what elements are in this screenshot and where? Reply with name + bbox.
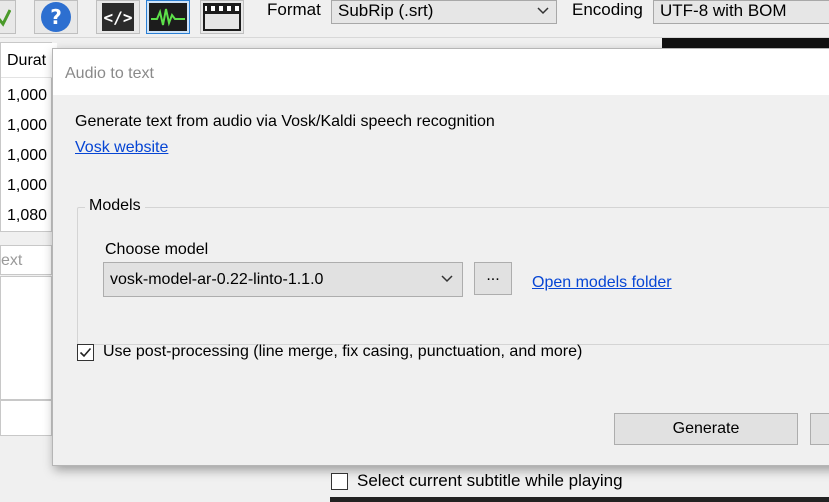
- original-text-box[interactable]: [0, 400, 52, 436]
- duration-column-header[interactable]: Durat: [1, 43, 57, 78]
- video-area-strip: [330, 497, 829, 502]
- chevron-down-icon: [441, 275, 453, 283]
- help-button[interactable]: ?: [34, 0, 78, 34]
- dialog-description: Generate text from audio via Vosk/Kaldi …: [75, 113, 495, 130]
- format-select[interactable]: SubRip (.srt): [331, 0, 557, 24]
- browse-model-button[interactable]: ...: [474, 262, 512, 295]
- subtitle-grid[interactable]: Durat 1,000 1,000 1,000 1,000 1,080: [0, 42, 57, 232]
- encoding-select[interactable]: UTF-8 with BOM: [653, 0, 829, 24]
- table-row[interactable]: 1,000: [7, 117, 47, 135]
- vosk-website-link[interactable]: Vosk website: [75, 139, 168, 157]
- audio-to-text-dialog: Audio to text Generate text from audio v…: [52, 48, 829, 466]
- dialog-title: Audio to text: [65, 65, 154, 82]
- clapperboard-icon: [203, 3, 241, 31]
- encoding-label: Encoding: [572, 0, 643, 19]
- check-icon: [0, 9, 11, 27]
- select-current-subtitle-checkbox[interactable]: [331, 472, 348, 490]
- main-toolbar: ? </> Format SubRip (.srt) Encoding UTF-…: [0, 0, 829, 38]
- chevron-down-icon: [537, 7, 549, 15]
- svg-text:</>: </>: [104, 8, 133, 27]
- waveform-icon: [149, 3, 187, 31]
- generate-button[interactable]: Generate: [614, 413, 798, 445]
- post-processing-checkbox-row[interactable]: Use post-processing (line merge, fix cas…: [77, 343, 582, 361]
- models-group-title: Models: [85, 197, 145, 215]
- subtitle-text-box[interactable]: [0, 276, 52, 400]
- format-label: Format: [267, 0, 321, 19]
- svg-text:?: ?: [50, 5, 62, 29]
- cancel-button-partial[interactable]: [810, 413, 829, 445]
- code-icon: </>: [102, 3, 134, 31]
- table-row[interactable]: 1,000: [7, 87, 47, 105]
- video-button[interactable]: [200, 0, 244, 34]
- model-select[interactable]: vosk-model-ar-0.22-linto-1.1.0: [103, 262, 463, 297]
- source-view-button[interactable]: </>: [96, 0, 140, 34]
- model-select-value: vosk-model-ar-0.22-linto-1.1.0: [110, 271, 324, 288]
- table-row[interactable]: 1,080: [7, 207, 47, 225]
- waveform-button[interactable]: [146, 0, 190, 34]
- open-models-folder-link[interactable]: Open models folder: [532, 274, 672, 292]
- help-icon: ?: [41, 2, 71, 32]
- dialog-titlebar[interactable]: Audio to text: [53, 49, 829, 95]
- format-value: SubRip (.srt): [338, 1, 434, 20]
- checkmark-icon: [79, 347, 92, 357]
- post-processing-label: Use post-processing (line merge, fix cas…: [103, 343, 583, 360]
- toolbar-button-partial[interactable]: [0, 0, 16, 34]
- post-processing-checkbox[interactable]: [77, 343, 94, 361]
- table-row[interactable]: 1,000: [7, 177, 47, 195]
- encoding-value: UTF-8 with BOM: [660, 1, 787, 20]
- table-row[interactable]: 1,000: [7, 147, 47, 165]
- select-current-subtitle-row[interactable]: Select current subtitle while playing: [331, 471, 623, 491]
- select-current-subtitle-label: Select current subtitle while playing: [357, 471, 623, 490]
- text-label-partial: ext: [0, 245, 52, 275]
- choose-model-label: Choose model: [105, 241, 209, 258]
